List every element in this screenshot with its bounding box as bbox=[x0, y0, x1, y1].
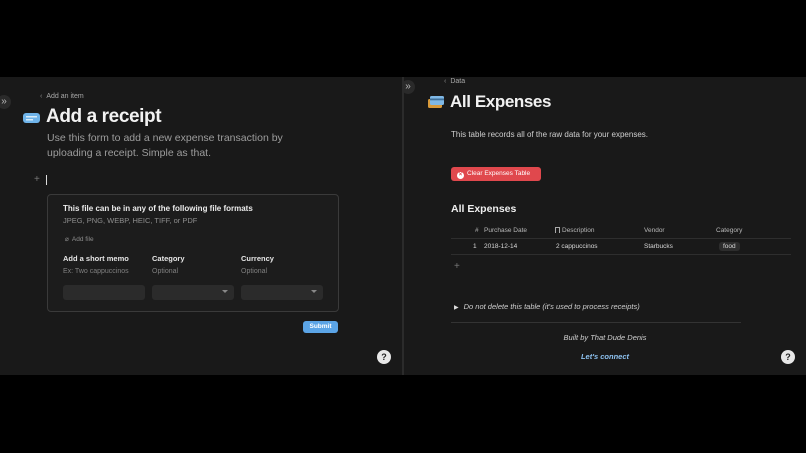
row-description: 2 cappuccinos bbox=[556, 243, 598, 250]
add-block-icon[interactable]: + bbox=[34, 174, 40, 185]
category-tag: food bbox=[719, 242, 740, 251]
text-cursor bbox=[46, 175, 47, 185]
breadcrumb[interactable]: ‹ Add an item bbox=[40, 93, 84, 100]
page-title: All Expenses bbox=[450, 92, 552, 111]
page-description: Use this form to add a new expense trans… bbox=[47, 132, 283, 159]
file-formats-list: JPEG, PNG, WEBP, HEIC, TIFF, or PDF bbox=[63, 216, 198, 225]
currency-field: Currency Optional bbox=[241, 254, 323, 300]
chevron-down-icon bbox=[222, 290, 228, 293]
file-formats-title: This file can be in any of the following… bbox=[63, 204, 253, 213]
paperclip-icon: ⌀ bbox=[65, 236, 69, 243]
currency-select[interactable] bbox=[241, 285, 323, 300]
receipt-form: This file can be in any of the following… bbox=[47, 194, 339, 312]
category-select[interactable] bbox=[152, 285, 234, 300]
memo-input[interactable] bbox=[63, 285, 145, 300]
toggle-label: Do not delete this table (it's used to p… bbox=[463, 302, 640, 311]
memo-field: Add a short memo Ex: Two cappuccinos bbox=[63, 254, 145, 300]
add-file-button[interactable]: ⌀ Add file bbox=[65, 235, 94, 243]
currency-placeholder: Optional bbox=[241, 268, 268, 275]
page-title: Add a receipt bbox=[46, 106, 162, 127]
page-description: This table records all of the raw data f… bbox=[451, 130, 648, 139]
add-row-icon[interactable]: + bbox=[454, 261, 460, 272]
row-date: 2018-12-14 bbox=[484, 243, 518, 250]
bookmark-icon bbox=[555, 227, 560, 233]
submit-button[interactable]: Submit bbox=[303, 321, 338, 333]
toggle-block[interactable]: ▶ Do not delete this table (it's used to … bbox=[454, 302, 640, 311]
breadcrumb-label: Data bbox=[450, 78, 466, 85]
row-number: 1 bbox=[473, 243, 477, 250]
chevron-down-icon bbox=[311, 290, 317, 293]
column-header-date[interactable]: Purchase Date bbox=[484, 227, 527, 234]
memo-placeholder: Ex: Two cappuccinos bbox=[63, 268, 129, 275]
breadcrumb-label: Add an item bbox=[46, 93, 84, 100]
expand-sidebar-icon[interactable]: » bbox=[404, 80, 415, 94]
row-vendor: Starbucks bbox=[644, 243, 673, 250]
category-placeholder: Optional bbox=[152, 268, 179, 275]
chevron-left-icon: ‹ bbox=[444, 78, 447, 85]
built-by-text: Built by That Dude Denis bbox=[563, 333, 647, 342]
add-receipt-pane: » ‹ Add an item Add a receipt Use this fo… bbox=[0, 77, 402, 375]
category-label: Category bbox=[152, 254, 185, 263]
memo-label: Add a short memo bbox=[63, 254, 129, 263]
table-header: # Purchase Date Description Vendor Categ… bbox=[451, 223, 791, 239]
receipt-icon bbox=[23, 113, 40, 123]
help-button[interactable]: ? bbox=[377, 350, 391, 364]
divider-line bbox=[451, 322, 741, 323]
currency-label: Currency bbox=[241, 254, 274, 263]
table-title: All Expenses bbox=[451, 203, 517, 215]
credit-card-icon bbox=[428, 96, 444, 108]
table-row[interactable]: 1 2018-12-14 2 cappuccinos Starbucks foo… bbox=[451, 239, 791, 255]
clear-expenses-label: Clear Expenses Table bbox=[467, 170, 531, 177]
column-header-num[interactable]: # bbox=[475, 227, 479, 234]
connect-link[interactable]: Let's connect bbox=[404, 352, 806, 361]
all-expenses-pane: » ‹ Data All Expenses This table records … bbox=[404, 77, 806, 375]
column-header-category[interactable]: Category bbox=[716, 227, 742, 234]
expenses-table: # Purchase Date Description Vendor Categ… bbox=[451, 223, 791, 272]
expand-sidebar-icon[interactable]: » bbox=[0, 95, 11, 109]
add-file-label: Add file bbox=[71, 236, 94, 243]
chevron-left-icon: ‹ bbox=[40, 93, 43, 100]
column-header-vendor[interactable]: Vendor bbox=[644, 227, 665, 234]
category-field: Category Optional bbox=[152, 254, 234, 300]
column-header-description[interactable]: Description bbox=[555, 227, 595, 234]
close-icon: × bbox=[457, 172, 464, 179]
triangle-right-icon: ▶ bbox=[454, 305, 459, 311]
breadcrumb[interactable]: ‹ Data bbox=[444, 78, 465, 85]
clear-expenses-button[interactable]: × Clear Expenses Table bbox=[451, 167, 541, 181]
help-button[interactable]: ? bbox=[781, 350, 795, 364]
